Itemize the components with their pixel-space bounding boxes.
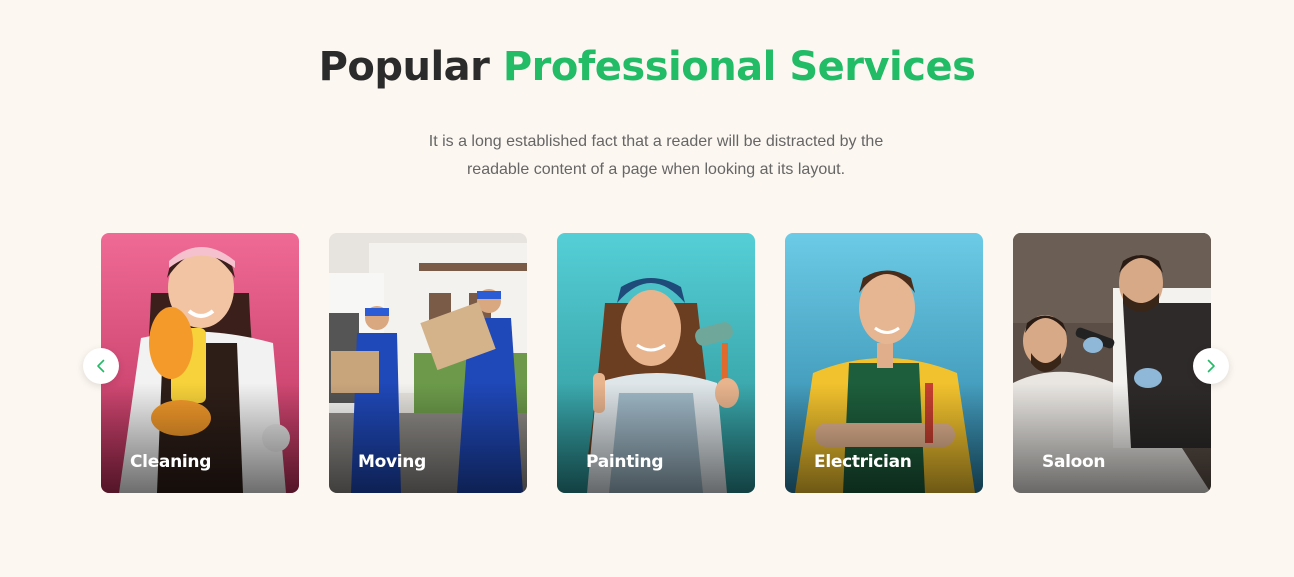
service-label: Saloon (1042, 452, 1106, 472)
carousel-prev-button[interactable] (83, 348, 119, 384)
card-shade (785, 383, 983, 493)
service-card-painting[interactable]: Painting (557, 233, 755, 493)
service-card-saloon[interactable]: Saloon (1013, 233, 1211, 493)
service-card-electrician[interactable]: Electrician (785, 233, 983, 493)
service-label: Moving (358, 452, 426, 472)
section-subtitle: It is a long established fact that a rea… (397, 128, 915, 184)
service-label: Cleaning (130, 452, 212, 472)
section-title-accent: Professional Services (502, 44, 976, 90)
subtitle-line-1: It is a long established fact that a rea… (428, 133, 884, 150)
section-title: Popular Professional Services (0, 44, 1294, 90)
service-card-cleaning[interactable]: Cleaning (101, 233, 299, 493)
carousel-next-button[interactable] (1193, 348, 1229, 384)
service-label: Electrician (814, 452, 912, 472)
service-label: Painting (586, 452, 664, 472)
card-shade (1013, 383, 1211, 493)
chevron-right-icon (1207, 359, 1215, 373)
card-shade (557, 383, 755, 493)
card-shade (329, 383, 527, 493)
section-title-plain: Popular (318, 44, 490, 90)
card-shade (101, 383, 299, 493)
subtitle-line-2: readable content of a page when looking … (466, 161, 846, 178)
chevron-left-icon (97, 359, 105, 373)
service-card-moving[interactable]: Moving (329, 233, 527, 493)
